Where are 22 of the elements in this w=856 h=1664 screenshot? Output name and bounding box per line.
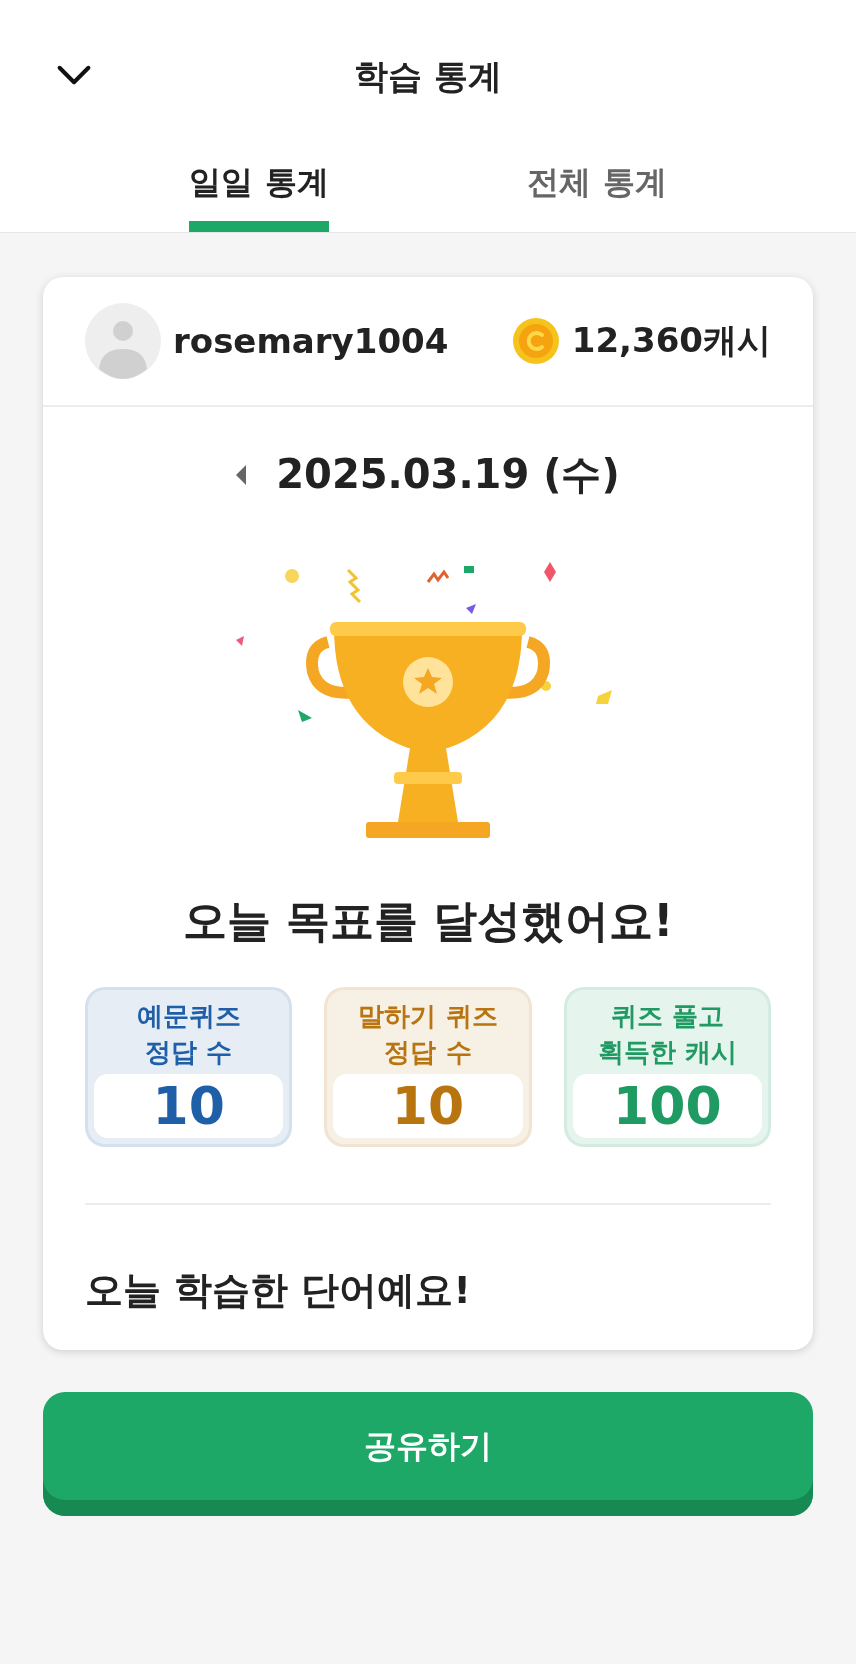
avatar-icon [85,303,161,379]
cash-amount: 12,360캐시 [571,319,771,362]
previous-arrow-icon[interactable] [236,464,247,485]
stat-value: 10 [391,1076,465,1136]
tab[interactable]: 전체 통계 [527,124,667,232]
goal-headline: 오늘 목표를 달성했어요! [182,894,674,948]
coin-icon [511,317,560,365]
stat-value: 10 [152,1076,225,1136]
stat-label: 예문퀴즈 [136,1000,241,1033]
share-button[interactable]: 공유하기 [43,1392,813,1516]
date-label: 2025.03.19 (수) [276,450,620,499]
username: rosemary1004 [173,321,449,361]
stat-label: 획득한 캐시 [597,1036,737,1069]
chevron-down-icon[interactable] [56,64,92,86]
stat-label: 말하기 퀴즈 [358,1000,498,1033]
stat-value: 100 [613,1076,722,1136]
section-title: 오늘 학습한 단어예요! [85,1267,471,1314]
page-title: 학습 통계 [354,55,502,98]
stat-label: 정답 수 [384,1036,472,1069]
stat-label: 퀴즈 풀고 [610,1000,724,1033]
tab[interactable]: 일일 통계 [189,124,329,232]
stat-label: 정답 수 [145,1036,233,1069]
